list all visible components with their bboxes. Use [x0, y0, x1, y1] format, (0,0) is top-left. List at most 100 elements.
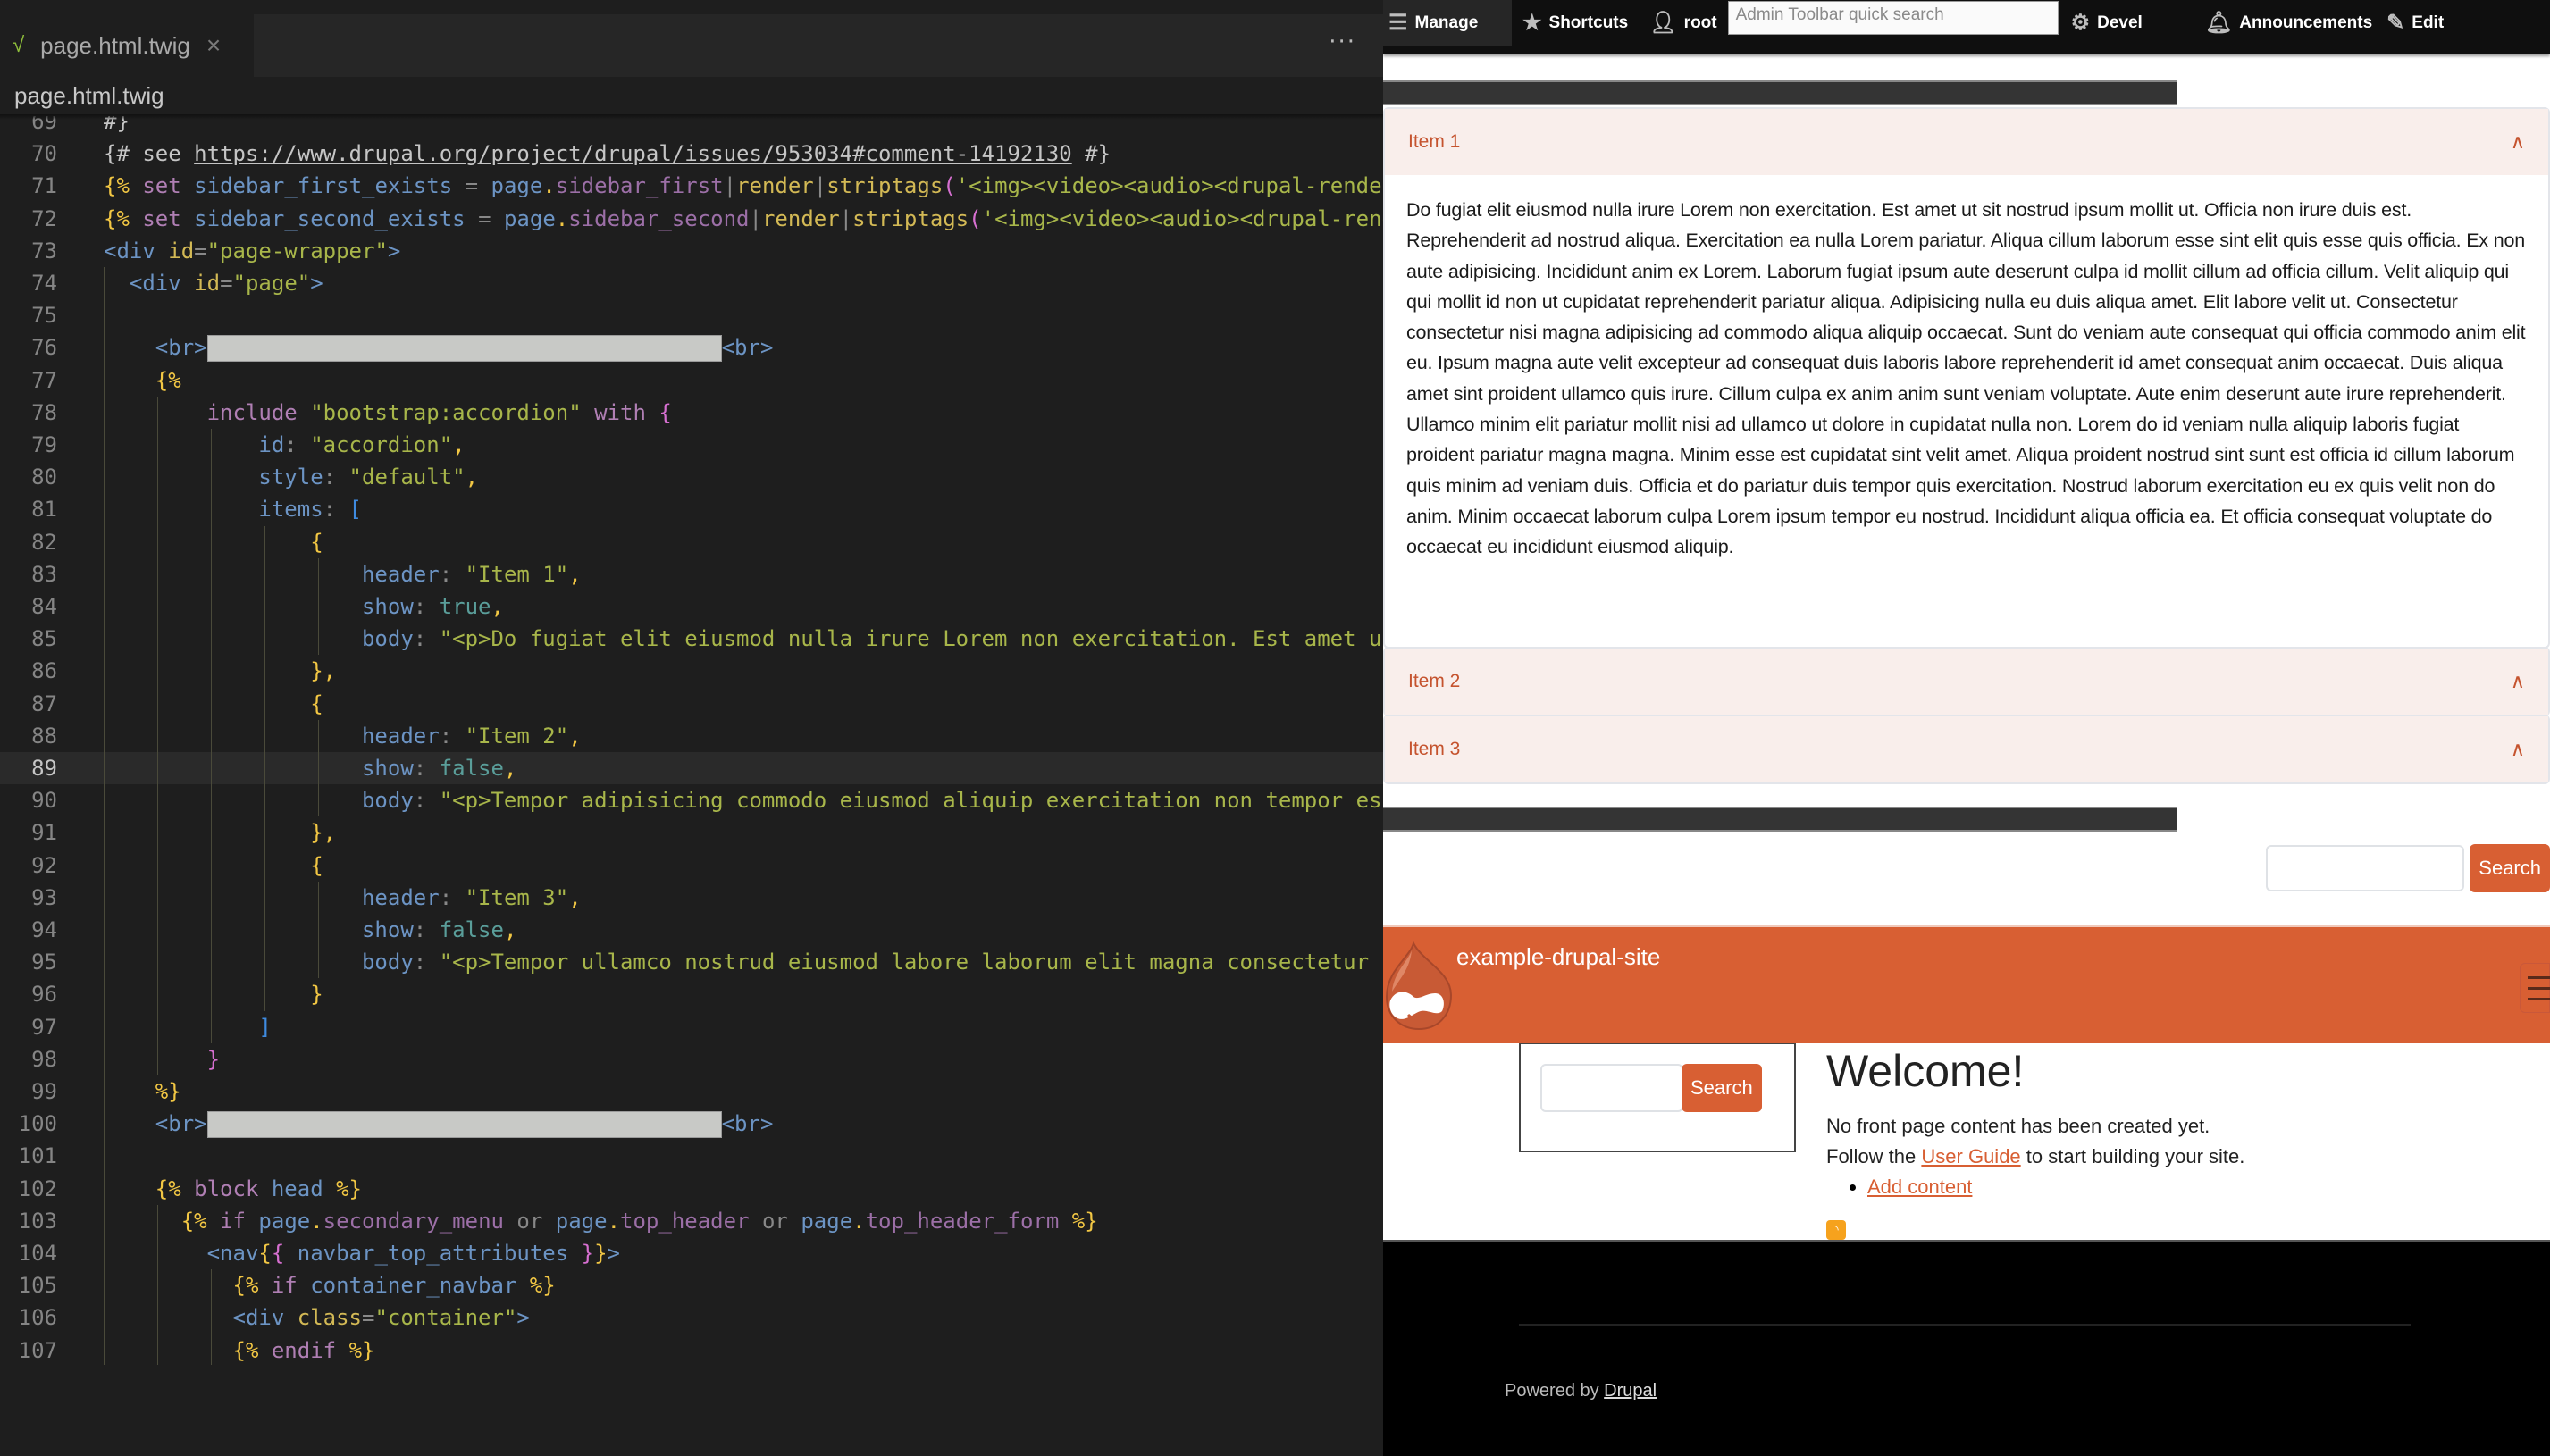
tab-page-html-twig[interactable]: √ page.html.twig × [0, 14, 254, 77]
code-line[interactable]: 73 <div id="page-wrapper"> [0, 235, 1383, 267]
code-text: body: "<p>Do fugiat elit eiusmod nulla i… [104, 623, 1383, 655]
code-line[interactable]: 82 { [0, 525, 1383, 558]
sidebar-search-input[interactable] [1540, 1064, 1683, 1112]
code-line[interactable]: 107 {% endif %} [0, 1334, 1383, 1365]
toolbar-edit[interactable]: ✎ Edit [2383, 0, 2454, 46]
code-line[interactable]: 83 header: "Item 1", [0, 557, 1383, 590]
list-item: Add content [1867, 1172, 2244, 1202]
code-line[interactable]: 78 include "bootstrap:accordion" with { [0, 396, 1383, 429]
toolbar-announcements[interactable]: 🔔︎ Announcements [2194, 0, 2383, 46]
code-line[interactable]: 92 { [0, 849, 1383, 882]
code-line[interactable]: 76 <br> <br> [0, 331, 1383, 364]
header-search-input[interactable] [2266, 845, 2465, 891]
code-line[interactable]: 75 [0, 299, 1383, 332]
code-line[interactable]: 97 ] [0, 1010, 1383, 1043]
navbar-toggler[interactable] [2520, 963, 2550, 1013]
code-line[interactable]: 94 show: false, [0, 914, 1383, 947]
code-token: "accordion" [310, 432, 453, 457]
code-token: sidebar_second [568, 205, 750, 231]
code-line[interactable]: 90 body: "<p>Tempor adipisicing commodo … [0, 784, 1383, 817]
more-actions-icon[interactable]: ··· [1329, 29, 1356, 55]
code-token: "Item 3" [465, 884, 569, 910]
code-line[interactable]: 106 <div class="container"> [0, 1301, 1383, 1335]
twig-file-icon: √ [13, 33, 25, 57]
code-token: ( [943, 173, 956, 199]
code-text: {% [104, 364, 181, 397]
sidebar-search-button[interactable]: Search [1682, 1064, 1762, 1112]
rss-feed-icon[interactable]: ◝ [1826, 1220, 1846, 1240]
code-line[interactable]: 88 header: "Item 2", [0, 719, 1383, 752]
code-line[interactable]: 74 <div id="page"> [0, 267, 1383, 300]
code-line[interactable]: 80 style: "default", [0, 461, 1383, 494]
site-name-link[interactable]: example-drupal-site [1456, 943, 1660, 971]
code-token: . [542, 173, 556, 199]
line-number: 83 [31, 561, 57, 587]
line-number: 86 [31, 658, 57, 684]
code-line[interactable]: 70 {# see https://www.drupal.org/project/… [0, 138, 1383, 170]
code-token: { [310, 690, 323, 716]
code-token: page [258, 1208, 311, 1234]
code-line[interactable]: 93 header: "Item 3", [0, 881, 1383, 914]
redacted-block [206, 335, 722, 363]
code-line[interactable]: 81 items: [ [0, 493, 1383, 526]
code-token: '<img><video><audio><drupal-render-place… [955, 173, 1383, 199]
breadcrumb[interactable]: page.html.twig [14, 82, 164, 110]
code-line[interactable]: 98 } [0, 1042, 1383, 1075]
code-token: true [439, 594, 491, 619]
code-text: } [104, 978, 323, 1010]
code-token: navbar_top_attributes [297, 1241, 569, 1266]
accordion-header-2[interactable]: Item 2 ∧ [1385, 649, 2548, 715]
accordion-header-3[interactable]: Item 3 ∧ [1385, 716, 2548, 782]
code-line[interactable]: 101 [0, 1140, 1383, 1173]
code-line[interactable]: 84 show: true, [0, 590, 1383, 623]
code-line[interactable]: 95 body: "<p>Tempor ullamco nostrud eius… [0, 946, 1383, 979]
code-token: #} [1071, 141, 1111, 167]
header-search-button[interactable]: Search [2470, 844, 2550, 892]
code-line[interactable]: 91 }, [0, 816, 1383, 849]
code-line[interactable]: 104 <nav{{ navbar_top_attributes }}> [0, 1237, 1383, 1270]
admin-toolbar-search-input[interactable]: Admin Toolbar quick search [1727, 0, 2059, 35]
accordion-header-1[interactable]: Item 1 ∧ [1385, 109, 2548, 175]
toolbar-user[interactable]: 👤︎ root [1639, 0, 1727, 46]
code-token: [ [348, 497, 362, 523]
line-number: 97 [31, 1014, 57, 1040]
line-number: 98 [31, 1046, 57, 1072]
code-line[interactable]: 102 {% block head %} [0, 1172, 1383, 1205]
code-token: if [220, 1208, 246, 1234]
user-guide-link[interactable]: User Guide [1921, 1145, 2020, 1167]
line-number: 70 [31, 141, 57, 167]
code-line[interactable]: 77 {% [0, 364, 1383, 397]
toolbar-manage[interactable]: ☰ Manage [1383, 0, 1512, 46]
code-text: ] [104, 1011, 271, 1043]
code-token: "<p>Tempor ullamco nostrud eiusmod labor… [439, 950, 1370, 975]
drupal-logo-icon[interactable] [1383, 941, 1455, 1031]
code-token: {% [104, 173, 130, 199]
code-line[interactable]: 85 body: "<p>Do fugiat elit eiusmod null… [0, 623, 1383, 656]
drupal-link[interactable]: Drupal [1604, 1381, 1657, 1401]
code-line[interactable]: 87 { [0, 687, 1383, 720]
add-content-link[interactable]: Add content [1867, 1176, 1972, 1198]
code-token: <div [104, 238, 155, 264]
code-line[interactable]: 105 {% if container_navbar %} [0, 1269, 1383, 1302]
code-line[interactable]: 99 %} [0, 1075, 1383, 1109]
close-tab-icon[interactable]: × [206, 31, 221, 60]
toolbar-shortcuts[interactable]: ★ Shortcuts [1512, 0, 1639, 46]
code-line[interactable]: 86 }, [0, 655, 1383, 688]
line-number: 103 [18, 1208, 57, 1234]
code-line[interactable]: 89 show: false, [0, 752, 1383, 785]
code-area[interactable]: 69 #} 70 {# see https://www.drupal.org/proj… [0, 116, 1383, 1365]
code-line[interactable]: 96 } [0, 978, 1383, 1011]
code-token: , [568, 884, 582, 910]
toolbar-devel[interactable]: ⚙ Devel [2060, 0, 2153, 46]
code-line[interactable]: 103 {% if page.secondary_menu or page.to… [0, 1204, 1383, 1237]
code-line[interactable]: 71 {% set sidebar_first_exists = page.sid… [0, 170, 1383, 202]
code-text: <div id="page"> [104, 267, 323, 299]
text-after-link: to start building your site. [2020, 1145, 2245, 1167]
gear-icon: ⚙ [2070, 11, 2091, 35]
code-line[interactable]: 100 <br> <br> [0, 1108, 1383, 1141]
tab-bar-empty-area [254, 14, 1383, 77]
code-token: "default" [348, 464, 466, 490]
code-line[interactable]: 79 id: "accordion", [0, 429, 1383, 462]
code-line[interactable]: 72 {% set sidebar_second_exists = page.si… [0, 203, 1383, 235]
line-number: 100 [18, 1111, 57, 1137]
